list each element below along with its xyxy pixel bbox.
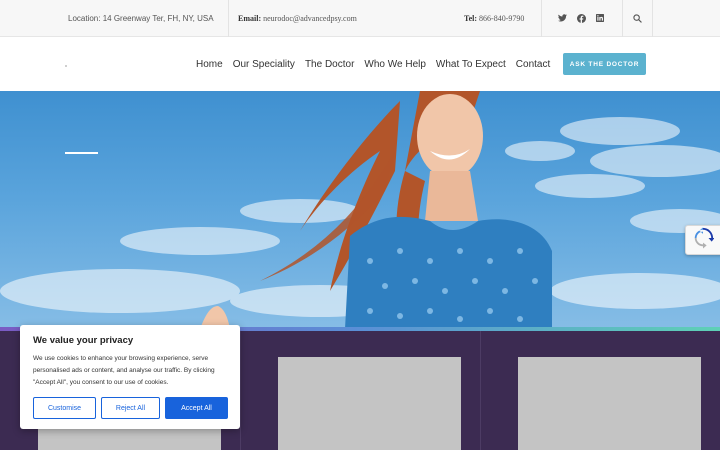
email-address[interactable]: neurodoc@advancedpsy.com	[263, 14, 357, 23]
phone-contact[interactable]: Tel: 866-840-9790	[464, 0, 524, 37]
nav-home[interactable]: Home	[196, 59, 223, 70]
facebook-icon[interactable]	[575, 12, 587, 24]
main-header: Home Our Speciality The Doctor Who We He…	[0, 37, 720, 91]
cookie-consent-banner: We value your privacy We use cookies to …	[20, 325, 240, 429]
accept-all-button[interactable]: Accept All	[165, 397, 228, 419]
hero-banner	[0, 91, 720, 329]
recaptcha-badge[interactable]	[685, 225, 720, 255]
cookie-description: We use cookies to enhance your browsing …	[33, 355, 215, 386]
service-card-image[interactable]	[278, 357, 461, 450]
cookie-actions: Customise Reject All Accept All	[33, 397, 228, 419]
divider	[228, 0, 229, 37]
hero-accent-line	[65, 152, 98, 154]
tel-label: Tel:	[464, 14, 478, 23]
location-text: Location: 14 Greenway Ter, FH, NY, USA	[68, 14, 214, 23]
top-info-bar: Location: 14 Greenway Ter, FH, NY, USA E…	[0, 0, 720, 37]
email-label: Email:	[238, 14, 262, 23]
email-contact[interactable]: Email: neurodoc@advancedpsy.com	[238, 0, 357, 37]
reject-all-button[interactable]: Reject All	[101, 397, 160, 419]
hero-image	[0, 91, 720, 329]
site-logo[interactable]	[65, 65, 67, 67]
nav-the-doctor[interactable]: The Doctor	[305, 59, 354, 70]
recaptcha-icon	[692, 226, 715, 254]
main-nav: Home Our Speciality The Doctor Who We He…	[196, 37, 550, 91]
twitter-icon[interactable]	[556, 12, 568, 24]
customise-button[interactable]: Customise	[33, 397, 96, 419]
nav-who-we-help[interactable]: Who We Help	[364, 59, 426, 70]
search-icon[interactable]	[623, 0, 652, 37]
linkedin-icon[interactable]	[594, 12, 606, 24]
nav-our-speciality[interactable]: Our Speciality	[233, 59, 295, 70]
nav-contact[interactable]: Contact	[516, 59, 550, 70]
phone-number[interactable]: 866-840-9790	[479, 14, 524, 23]
column-divider	[480, 331, 481, 450]
cookie-title: We value your privacy	[33, 335, 134, 346]
nav-what-to-expect[interactable]: What To Expect	[436, 59, 506, 70]
divider	[541, 0, 542, 37]
divider	[652, 0, 653, 37]
service-card-image[interactable]	[518, 357, 701, 450]
ask-the-doctor-button[interactable]: ASK THE DOCTOR	[563, 53, 646, 75]
column-divider	[240, 331, 241, 450]
